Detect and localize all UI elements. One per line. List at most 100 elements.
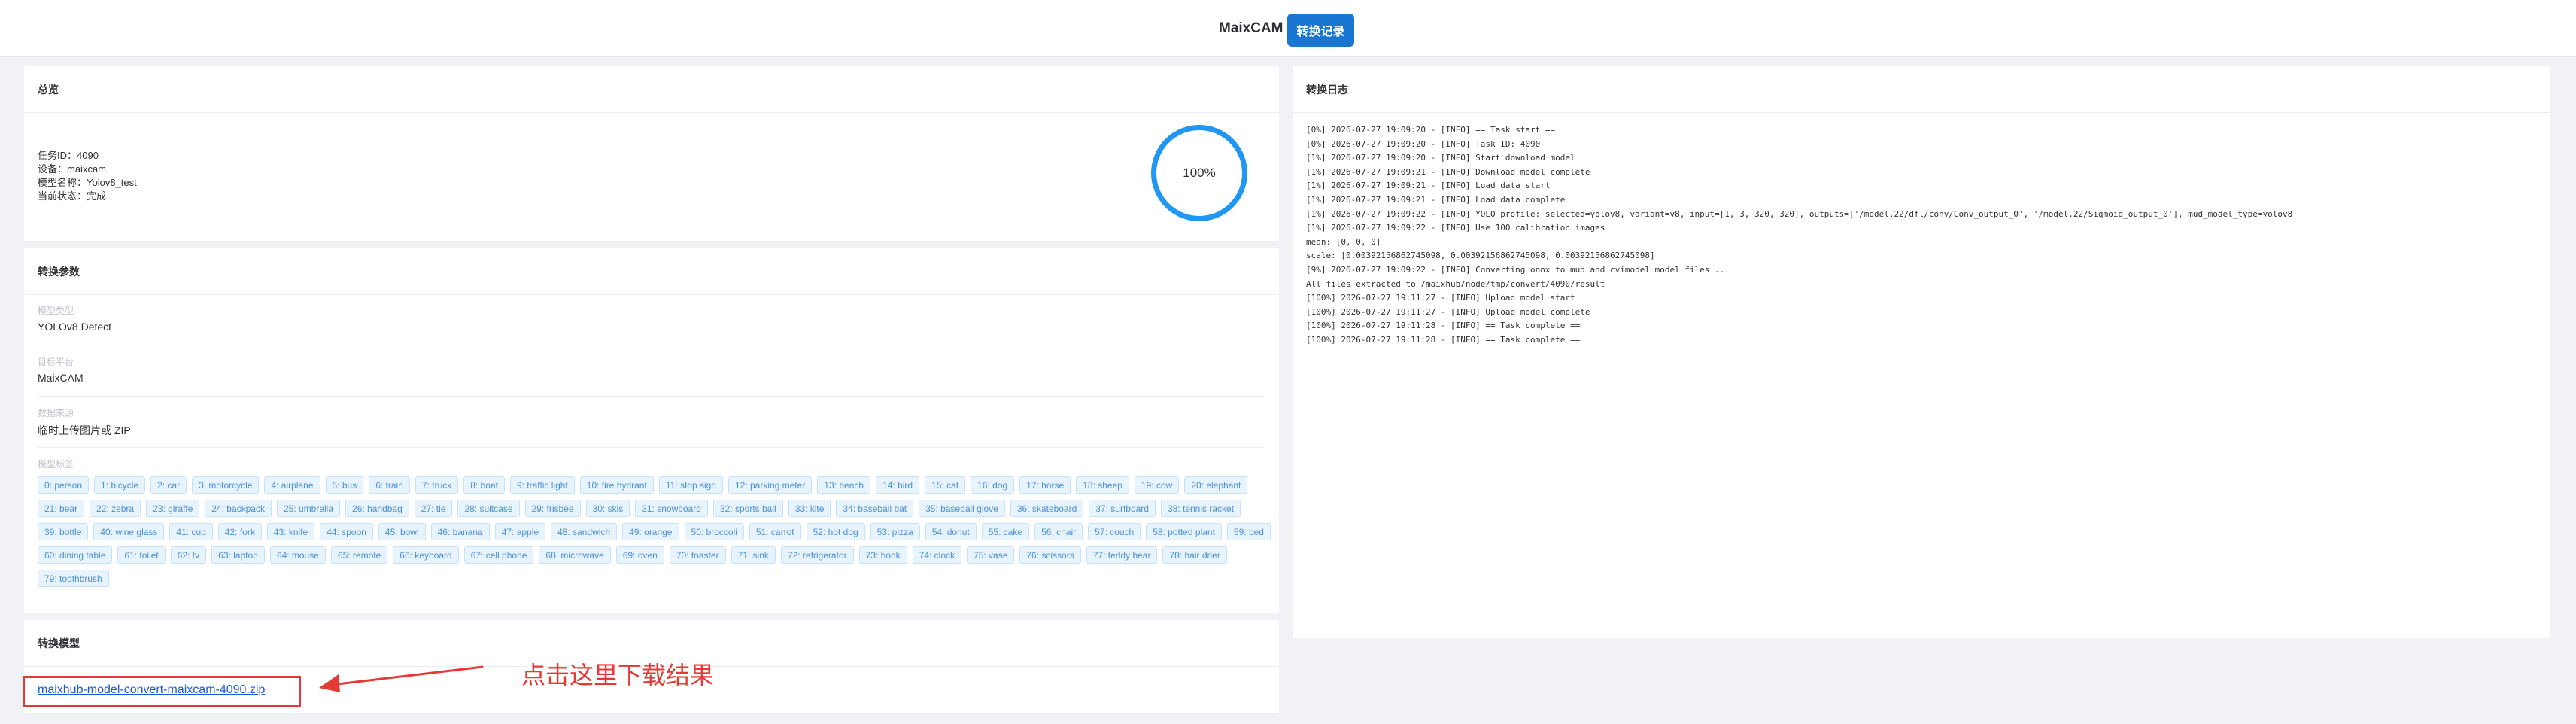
label-chip: 54: donut: [925, 523, 977, 540]
top-bar: MaixCAM 转换记录: [0, 0, 2576, 57]
param-value: YOLOv8 Detect: [38, 321, 112, 333]
log-line: [1%] 2026-07-27 19:09:22 - [INFO] Use 10…: [1306, 223, 1605, 233]
label-chip: 78: hair drier: [1162, 546, 1227, 564]
log-line: [1%] 2026-07-27 19:09:20 - [INFO] Start …: [1306, 153, 1575, 163]
label-chip: 72: refrigerator: [780, 546, 854, 564]
label-chip: 36: skateboard: [1010, 500, 1084, 517]
label-chip: 8: boat: [463, 476, 505, 494]
label-chip: 23: giraffe: [146, 500, 200, 517]
label-chip: 69: oven: [615, 546, 664, 564]
label-chip: 0: person: [38, 476, 90, 494]
param-labels: 模型标签: [38, 458, 1264, 470]
label-chip: 26: handbag: [345, 500, 409, 517]
log-line: [1%] 2026-07-27 19:09:21 - [INFO] Load d…: [1306, 194, 1566, 205]
param-target-platform: 目标平台 MaixCAM: [38, 355, 1264, 384]
summary-card: 总览 任务ID：4090 设备：maixcam 模型名称：Yolov8_test…: [24, 66, 1279, 241]
label-chip: 9: traffic light: [509, 476, 575, 494]
label-chip: 52: hot dog: [806, 523, 865, 540]
param-label: 数据来源: [38, 408, 74, 418]
log-card: 转换日志 [0%] 2026-07-27 19:09:20 - [INFO] =…: [1293, 66, 2550, 638]
label-chip: 53: pizza: [870, 523, 920, 540]
log-line: [100%] 2026-07-27 19:11:28 - [INFO] == T…: [1306, 334, 1581, 345]
label-chip: 48: sandwich: [551, 523, 618, 540]
label-chip: 22: zebra: [90, 500, 141, 517]
label-chip: 14: bird: [876, 476, 920, 494]
label-chip: 5: bus: [325, 476, 364, 494]
label-chip: 43: knife: [266, 523, 315, 540]
log-title: 转换日志: [1293, 66, 2550, 113]
label-chip: 70: toaster: [669, 546, 726, 564]
label-chip: 3: motorcycle: [192, 476, 260, 494]
param-label: 目标平台: [38, 357, 74, 367]
params-title: 转换参数: [24, 248, 1279, 295]
label-chip: 47: apple: [494, 523, 546, 540]
label-chip: 39: bottle: [38, 523, 89, 540]
label-chip: 44: spoon: [320, 523, 373, 540]
log-line: [100%] 2026-07-27 19:11:27 - [INFO] Uplo…: [1306, 306, 1590, 317]
label-chip: 60: dining table: [38, 546, 113, 564]
label-chip: 4: airplane: [264, 476, 320, 494]
label-chip: 12: parking meter: [728, 476, 813, 494]
summary-title: 总览: [24, 66, 1279, 113]
label-chip: 20: elephant: [1184, 476, 1248, 494]
param-value: 临时上传图片或 ZIP: [38, 424, 131, 437]
label-chip: 41: cup: [169, 523, 213, 540]
label-chip: 56: chair: [1034, 523, 1083, 540]
label-chip: 57: couch: [1088, 523, 1141, 540]
label-chip: 49: orange: [622, 523, 679, 540]
label-chip: 13: bench: [817, 476, 871, 494]
label-chip: 61: toilet: [117, 546, 166, 564]
param-value: MaixCAM: [38, 372, 84, 384]
record-button[interactable]: 转换记录: [1287, 14, 1354, 47]
log-line: [9%] 2026-07-27 19:09:22 - [INFO] Conver…: [1306, 264, 1730, 275]
label-chip: 18: sheep: [1076, 476, 1129, 494]
label-chip: 35: baseball glove: [919, 500, 1005, 517]
label-chip: 10: fire hydrant: [579, 476, 654, 494]
label-chip: 31: snowboard: [635, 500, 708, 517]
label-chip: 29: frisbee: [524, 500, 581, 517]
summary-info: 任务ID：4090 设备：maixcam 模型名称：Yolov8_test 当前…: [38, 149, 137, 203]
log-line: [1%] 2026-07-27 19:09:22 - [INFO] YOLO p…: [1306, 208, 2293, 219]
progress-ring: 100%: [1151, 125, 1247, 221]
label-chip: 16: dog: [971, 476, 1015, 494]
label-chip: 42: fork: [217, 523, 262, 540]
log-line: All files extracted to /maixhub/node/tmp…: [1306, 278, 1605, 289]
label-chip: 62: tv: [170, 546, 207, 564]
status-line: 当前状态：完成: [38, 190, 107, 202]
label-chip: 27: tie: [414, 500, 453, 517]
label-chip: 28: suitcase: [457, 500, 520, 517]
label-chip: 79: toothbrush: [38, 570, 109, 587]
progress-text: 100%: [1183, 166, 1216, 180]
label-chip: 75: vase: [967, 546, 1015, 564]
label-chip: 45: bowl: [378, 523, 426, 540]
label-chip: 50: broccoli: [684, 523, 744, 540]
label-chip: 25: umbrella: [276, 500, 341, 517]
annotation-text: 点击这里下载结果: [521, 661, 715, 689]
param-label: 模型标签: [38, 459, 74, 470]
label-chip: 15: cat: [925, 476, 966, 494]
log-output: [0%] 2026-07-27 19:09:20 - [INFO] == Tas…: [1306, 123, 2292, 348]
label-chip: 68: microwave: [539, 546, 611, 564]
label-chip: 32: sports ball: [712, 500, 783, 517]
label-chip: 64: mouse: [269, 546, 326, 564]
task-id-line: 任务ID：4090: [38, 150, 99, 161]
log-line: [100%] 2026-07-27 19:11:28 - [INFO] == T…: [1306, 321, 1581, 331]
device-line: 设备：maixcam: [38, 163, 107, 175]
log-line: mean: [0, 0, 0]: [1306, 236, 1381, 247]
label-chip: 19: cow: [1134, 476, 1180, 494]
log-line: [0%] 2026-07-27 19:09:20 - [INFO] Task I…: [1306, 138, 1541, 149]
label-chip: 1: bicycle: [94, 476, 146, 494]
label-chip: 11: stop sign: [658, 476, 723, 494]
label-chip: 33: kite: [788, 500, 831, 517]
divider: [38, 447, 1264, 448]
label-chip: 59: bed: [1226, 523, 1271, 540]
label-chip: 63: laptop: [211, 546, 265, 564]
annotation-highlight-box: [23, 676, 301, 707]
label-chip: 24: backpack: [205, 500, 272, 517]
log-line: [1%] 2026-07-27 19:09:21 - [INFO] Load d…: [1306, 181, 1551, 191]
label-chip: 17: horse: [1019, 476, 1071, 494]
label-chip: 30: skis: [585, 500, 630, 517]
label-chip: 55: cake: [981, 523, 1030, 540]
label-chip: 65: remote: [330, 546, 388, 564]
label-chip: 7: truck: [415, 476, 459, 494]
